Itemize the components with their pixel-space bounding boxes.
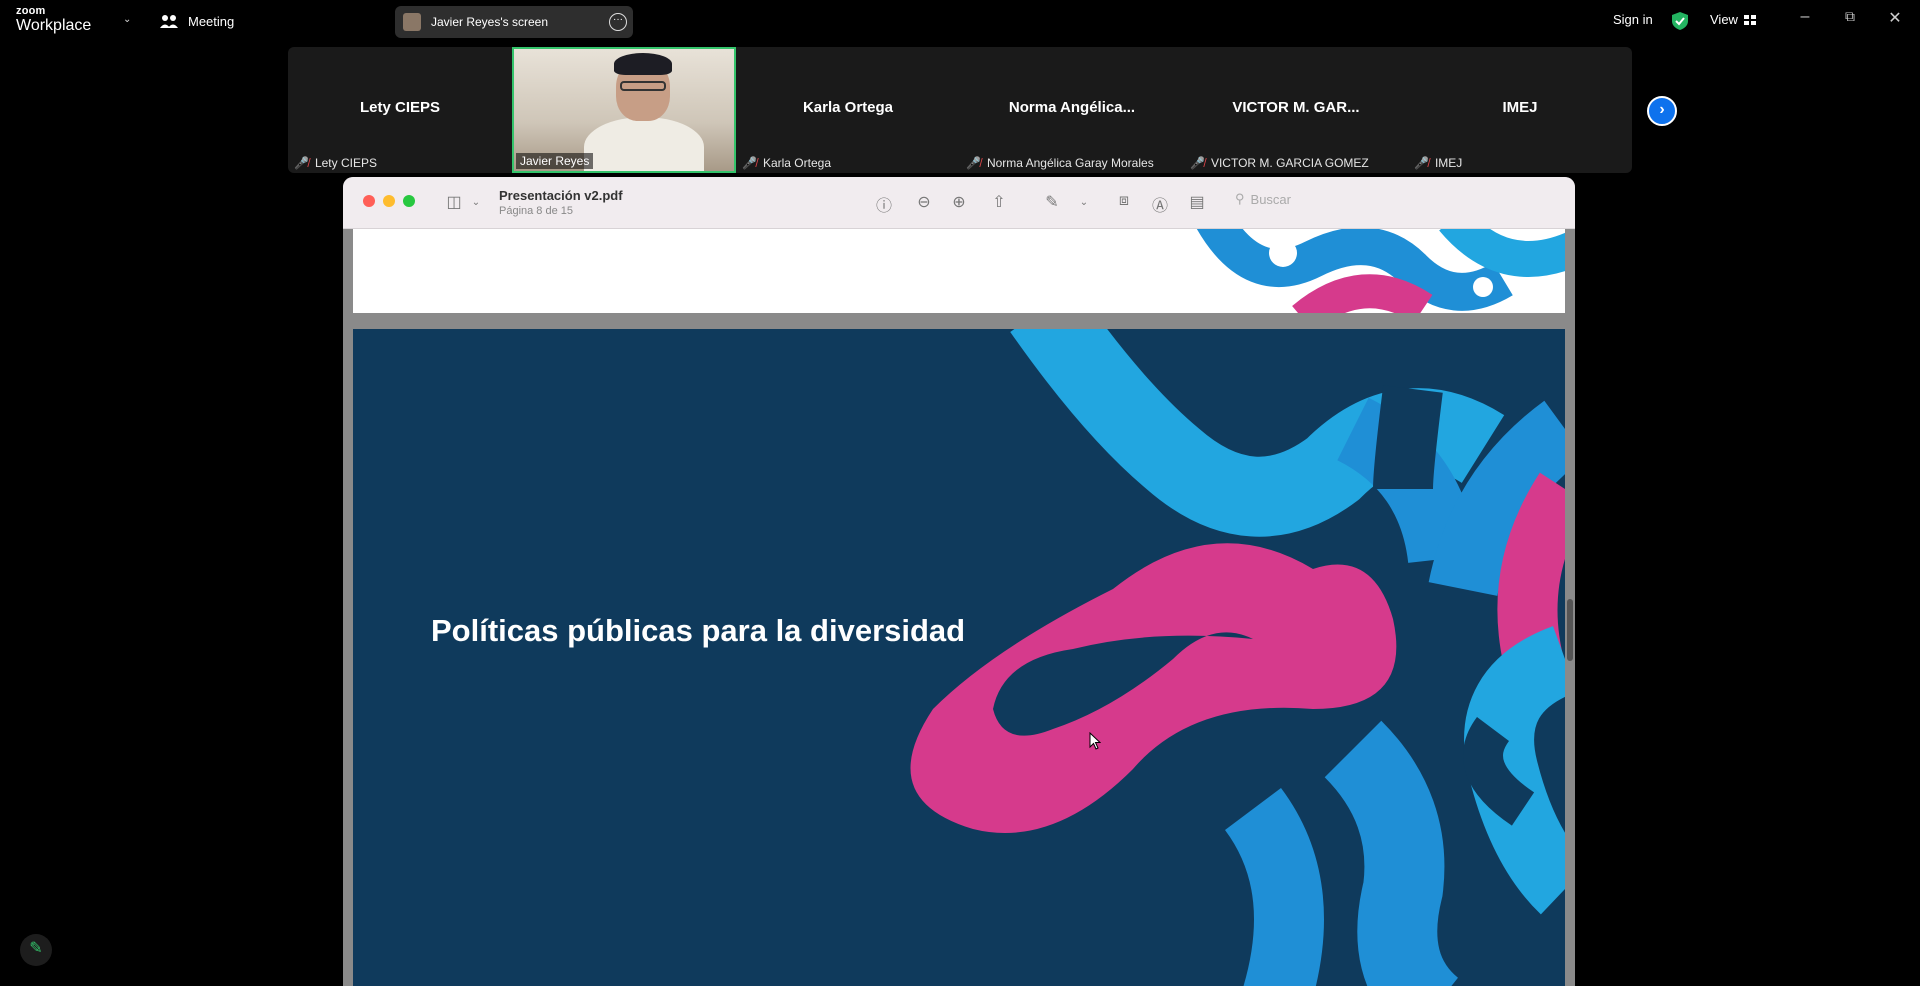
participant-display-name: Lety CIEPS	[359, 99, 441, 116]
mic-muted-icon: 🎤̸	[294, 156, 309, 170]
sign-in-button[interactable]: Sign in	[1613, 12, 1653, 27]
participant-tile[interactable]: Norma Angélica... 🎤̸ Norma Angélica Gara…	[960, 47, 1184, 173]
participant-display-name: IMEJ	[1502, 99, 1538, 116]
participant-display-name: Karla Ortega	[802, 99, 894, 116]
zoom-traffic-light-icon[interactable]	[403, 195, 415, 207]
share-icon[interactable]: ⇧	[988, 192, 1010, 212]
next-page-arrow-icon[interactable]: ›	[1647, 96, 1677, 126]
participant-tile[interactable]: Lety CIEPS 🎤̸ Lety CIEPS	[288, 47, 512, 173]
search-field[interactable]: ⚲ Buscar	[1235, 191, 1291, 207]
participant-name: Karla Ortega	[762, 156, 831, 170]
pdf-page-current: Políticas públicas para la diversidad	[353, 329, 1565, 986]
grid-view-icon	[1743, 14, 1756, 25]
share-label: Javier Reyes's screen	[431, 15, 548, 29]
mic-muted-icon: 🎤̸	[742, 156, 757, 170]
sidebar-toggle-icon[interactable]: ◫	[443, 192, 465, 212]
slide-title: Políticas públicas para la diversidad	[431, 613, 966, 648]
screen-share-indicator[interactable]: Javier Reyes's screen ···	[395, 6, 633, 38]
participant-name-tag: 🎤̸ VICTOR M. GARCIA GOMEZ	[1190, 156, 1369, 170]
annotate-icon[interactable]: Ⓐ	[1149, 192, 1171, 216]
participant-tile[interactable]: VICTOR M. GAR... 🎤̸ VICTOR M. GARCIA GOM…	[1184, 47, 1408, 173]
zoom-in-icon[interactable]: ⊕	[948, 192, 970, 212]
shared-preview-window: ◫ ⌄ Presentación v2.pdf Página 8 de 15 ⓘ…	[343, 177, 1575, 986]
participant-display-name: Norma Angélica...	[1008, 99, 1136, 116]
participant-name: Lety CIEPS	[314, 156, 377, 170]
participant-name-tag: Javier Reyes	[516, 153, 594, 169]
zoom-logo: zoom Workplace	[16, 6, 91, 34]
view-button[interactable]: View	[1710, 12, 1756, 27]
participant-name-tag: 🎤̸ Karla Ortega	[742, 156, 831, 170]
info-icon[interactable]: ⓘ	[873, 192, 895, 216]
search-icon: ⚲	[1235, 191, 1245, 206]
video-feed-hair	[614, 53, 672, 75]
preview-toolbar: ◫ ⌄ Presentación v2.pdf Página 8 de 15 ⓘ…	[343, 177, 1575, 229]
participant-tile[interactable]: IMEJ 🎤̸ IMEJ	[1408, 47, 1632, 173]
participant-tile[interactable]: Karla Ortega 🎤̸ Karla Ortega	[736, 47, 960, 173]
mic-muted-icon: 🎤̸	[966, 156, 981, 170]
scrollbar-thumb[interactable]	[1567, 599, 1573, 661]
meeting-button[interactable]: Meeting	[160, 13, 234, 29]
meeting-label: Meeting	[188, 13, 235, 29]
mic-muted-icon: 🎤̸	[1414, 156, 1429, 170]
participant-name: Javier Reyes	[520, 154, 590, 168]
chevron-down-icon[interactable]: ⌄	[1073, 197, 1095, 208]
participant-name-tag: 🎤̸ Norma Angélica Garay Morales	[966, 156, 1154, 170]
minimize-traffic-light-icon[interactable]	[383, 195, 395, 207]
document-title: Presentación v2.pdf	[499, 188, 623, 203]
search-placeholder: Buscar	[1250, 191, 1291, 207]
more-options-icon[interactable]: ···	[609, 13, 627, 31]
participant-strip: Lety CIEPS 🎤̸ Lety CIEPS Javier Reyes Ka…	[288, 47, 1632, 173]
participant-tile-active-speaker[interactable]: Javier Reyes	[512, 47, 736, 173]
people-icon	[160, 15, 178, 28]
sharer-avatar	[403, 13, 421, 31]
participant-name: Norma Angélica Garay Morales	[986, 156, 1154, 170]
close-icon[interactable]: ✕	[1885, 8, 1905, 28]
participant-name-tag: 🎤̸ IMEJ	[1414, 156, 1462, 170]
title-bar: zoom Workplace ⌄ Meeting Javier Reyes's …	[0, 0, 1920, 44]
minimize-icon[interactable]: –	[1795, 8, 1815, 26]
logo-top-text: zoom	[16, 5, 46, 17]
participant-name-tag: 🎤̸ Lety CIEPS	[294, 156, 377, 170]
annotate-pencil-icon[interactable]: ✎	[20, 934, 52, 966]
video-feed	[584, 117, 704, 171]
mouse-cursor-icon	[1089, 732, 1101, 750]
slide-decoration	[910, 329, 1565, 986]
view-label: View	[1710, 12, 1738, 27]
participant-display-name: VICTOR M. GAR...	[1232, 99, 1360, 116]
chevron-down-icon[interactable]: ⌄	[465, 197, 487, 208]
slide-decoration	[1196, 229, 1565, 313]
restore-icon[interactable]: ⧉	[1840, 8, 1860, 25]
form-fill-icon[interactable]: ▤	[1186, 192, 1208, 212]
markup-pen-icon[interactable]: ✎	[1041, 192, 1063, 212]
video-feed-glasses	[620, 81, 666, 91]
participant-name: VICTOR M. GARCIA GOMEZ	[1210, 156, 1369, 170]
chevron-down-icon[interactable]: ⌄	[123, 14, 131, 25]
zoom-out-icon[interactable]: ⊖	[913, 192, 935, 212]
rotate-icon[interactable]: ⧈	[1113, 192, 1135, 210]
page-indicator: Página 8 de 15	[499, 205, 574, 217]
shield-icon[interactable]	[1671, 11, 1689, 31]
close-traffic-light-icon[interactable]	[363, 195, 375, 207]
logo-bottom-text: Workplace	[16, 17, 92, 34]
pdf-page-previous	[353, 229, 1565, 313]
participant-name: IMEJ	[1434, 156, 1463, 170]
mic-muted-icon: 🎤̸	[1190, 156, 1205, 170]
